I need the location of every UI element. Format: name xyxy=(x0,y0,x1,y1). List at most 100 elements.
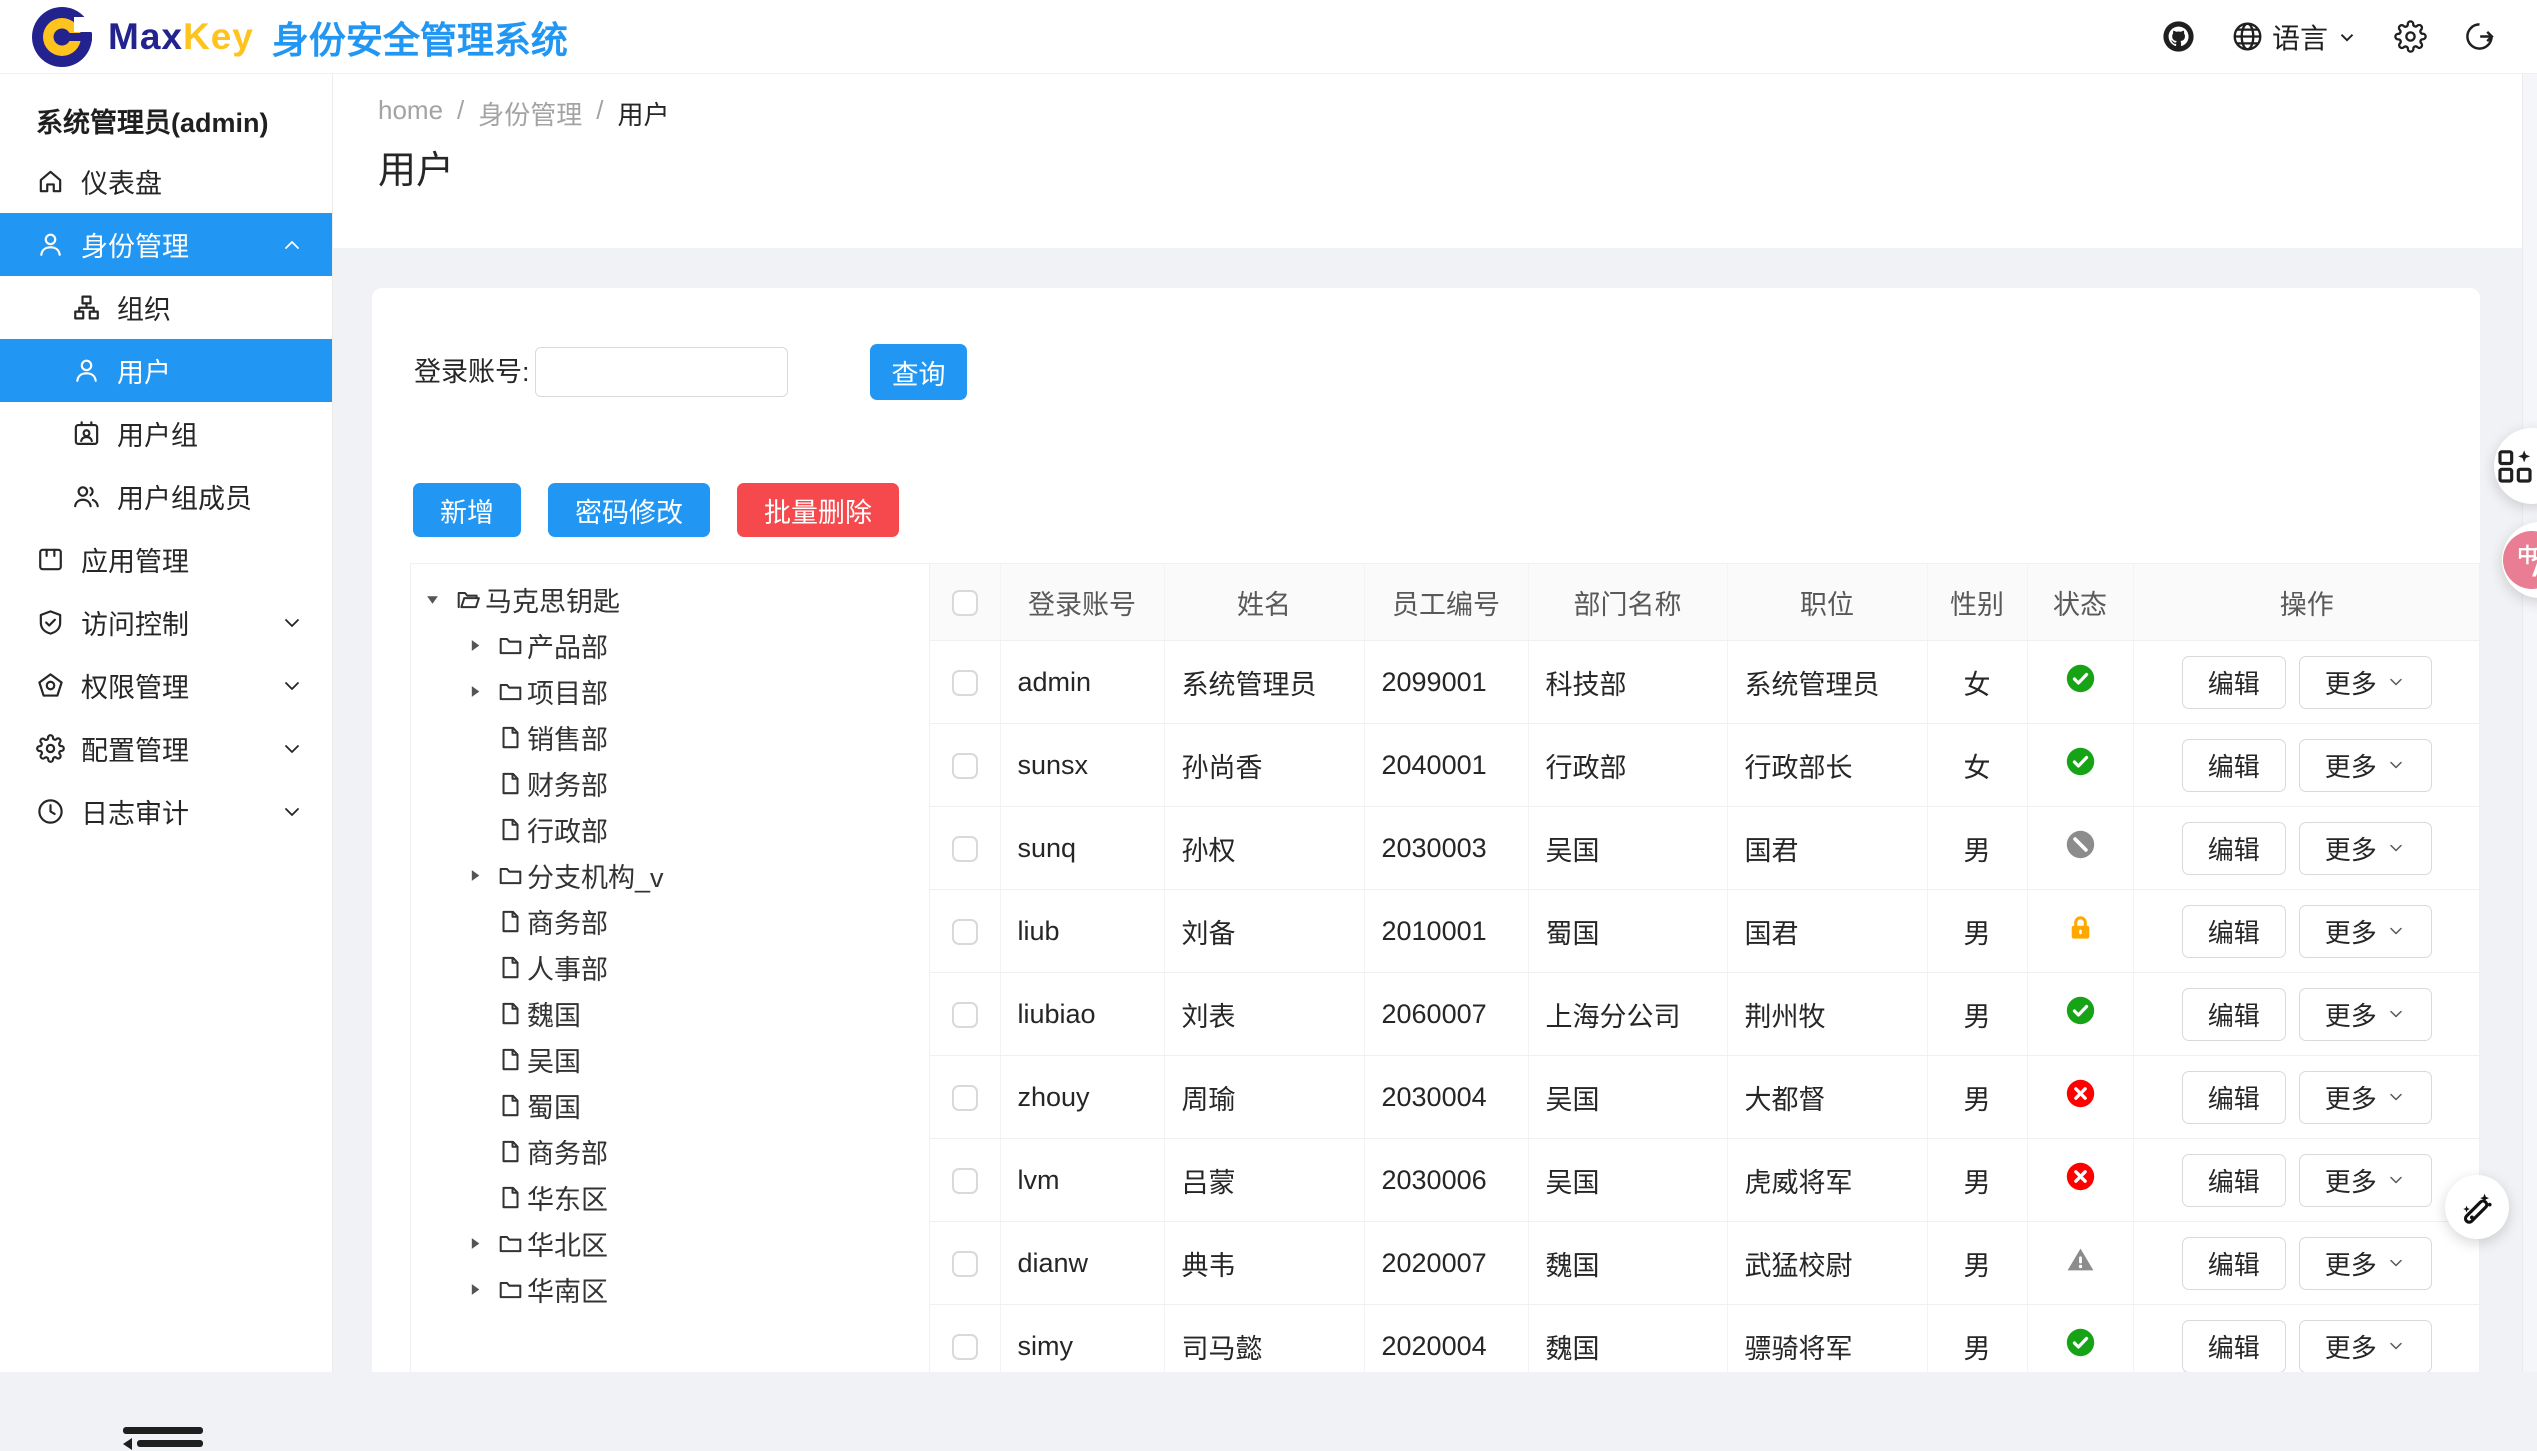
change-password-button[interactable]: 密码修改 xyxy=(548,483,710,537)
more-button[interactable]: 更多 xyxy=(2299,988,2432,1041)
tree-node[interactable]: 蜀国 xyxy=(411,1082,929,1128)
brand-max: Max xyxy=(108,16,183,57)
language-selector[interactable]: 语言 xyxy=(2231,17,2358,57)
row-checkbox[interactable] xyxy=(952,1085,978,1111)
tree-node[interactable]: 马克思钥匙 xyxy=(411,576,929,622)
table-row: lvm吕蒙2030006吴国虎威将军男 编辑 更多 xyxy=(930,1139,2479,1222)
tree-node[interactable]: 项目部 xyxy=(411,668,929,714)
file-icon xyxy=(497,1000,524,1027)
tree-node[interactable]: 产品部 xyxy=(411,622,929,668)
tree-node[interactable]: 华北区 xyxy=(411,1220,929,1266)
magic-wand-float-button[interactable] xyxy=(2445,1175,2509,1239)
sidebar-item-dashboard[interactable]: 仪表盘 xyxy=(0,150,332,213)
edit-button[interactable]: 编辑 xyxy=(2182,988,2286,1041)
edit-button[interactable]: 编辑 xyxy=(2182,1154,2286,1207)
more-button[interactable]: 更多 xyxy=(2299,822,2432,875)
cell-position: 武猛校尉 xyxy=(1727,1222,1927,1305)
query-button[interactable]: 查询 xyxy=(870,344,967,400)
edit-button[interactable]: 编辑 xyxy=(2182,1237,2286,1290)
more-button[interactable]: 更多 xyxy=(2299,905,2432,958)
search-card: 登录账号: 查询 xyxy=(372,288,2480,458)
sidebar-item-identity[interactable]: 身份管理 xyxy=(0,213,332,276)
github-icon[interactable] xyxy=(2162,20,2195,53)
sidebar-item-organization[interactable]: 组织 xyxy=(0,276,332,339)
add-button[interactable]: 新增 xyxy=(413,483,521,537)
login-account-input[interactable] xyxy=(535,347,788,397)
breadcrumb: home/身份管理/用户 xyxy=(378,95,670,132)
batch-delete-button[interactable]: 批量删除 xyxy=(737,483,899,537)
cell-employee-no: 2040001 xyxy=(1364,724,1528,807)
logout-icon[interactable] xyxy=(2463,20,2496,53)
cell-name: 刘表 xyxy=(1164,973,1364,1056)
sidebar-item-group-members[interactable]: 用户组成员 xyxy=(0,465,332,528)
tree-node[interactable]: 销售部 xyxy=(411,714,929,760)
table-row: zhouy周瑜2030004吴国大都督男 编辑 更多 xyxy=(930,1056,2479,1139)
sidebar-item-user-groups[interactable]: 用户组 xyxy=(0,402,332,465)
sidebar-item-audit[interactable]: 日志审计 xyxy=(0,780,332,843)
tree-node[interactable]: 商务部 xyxy=(411,1128,929,1174)
tree-node-label: 商务部 xyxy=(527,1132,608,1171)
more-button[interactable]: 更多 xyxy=(2299,1237,2432,1290)
cell-department: 魏国 xyxy=(1528,1222,1727,1305)
tree-node[interactable]: 行政部 xyxy=(411,806,929,852)
tree-node[interactable]: 华南区 xyxy=(411,1266,929,1312)
tree-caret[interactable] xyxy=(467,638,497,653)
row-checkbox[interactable] xyxy=(952,836,978,862)
edit-button[interactable]: 编辑 xyxy=(2182,1071,2286,1124)
edit-button[interactable]: 编辑 xyxy=(2182,822,2286,875)
edit-button[interactable]: 编辑 xyxy=(2182,739,2286,792)
tree-node[interactable]: 财务部 xyxy=(411,760,929,806)
more-button[interactable]: 更多 xyxy=(2299,1071,2432,1124)
row-select-cell xyxy=(930,1222,1000,1305)
sidebar-collapse-icon[interactable] xyxy=(123,1427,205,1451)
row-checkbox[interactable] xyxy=(952,1168,978,1194)
widgets-float-button[interactable] xyxy=(2494,428,2537,504)
sidebar-item-access[interactable]: 访问控制 xyxy=(0,591,332,654)
tree-caret[interactable] xyxy=(467,1236,497,1251)
cell-department: 蜀国 xyxy=(1528,890,1727,973)
column-header: 操作 xyxy=(2133,564,2479,641)
more-button[interactable]: 更多 xyxy=(2299,1320,2432,1373)
scrollbar-track[interactable] xyxy=(2522,73,2537,1372)
tree-caret[interactable] xyxy=(467,1282,497,1297)
more-button[interactable]: 更多 xyxy=(2299,1154,2432,1207)
row-checkbox[interactable] xyxy=(952,919,978,945)
sidebar-item-permissions[interactable]: 权限管理 xyxy=(0,654,332,717)
tree-caret[interactable] xyxy=(425,592,455,607)
row-checkbox[interactable] xyxy=(952,670,978,696)
brand[interactable]: MaxKey 身份安全管理系统 xyxy=(30,5,568,69)
cell-gender: 男 xyxy=(1927,1222,2027,1305)
edit-button[interactable]: 编辑 xyxy=(2182,905,2286,958)
tree-node[interactable]: 分支机构_v xyxy=(411,852,929,898)
tree-node[interactable]: 商务部 xyxy=(411,898,929,944)
tree-node[interactable]: 华东区 xyxy=(411,1174,929,1220)
tree-caret[interactable] xyxy=(467,868,497,883)
tree-node[interactable]: 吴国 xyxy=(411,1036,929,1082)
edit-button[interactable]: 编辑 xyxy=(2182,656,2286,709)
breadcrumb-item[interactable]: home xyxy=(378,95,443,132)
row-checkbox[interactable] xyxy=(952,753,978,779)
row-checkbox[interactable] xyxy=(952,1251,978,1277)
edit-button[interactable]: 编辑 xyxy=(2182,1320,2286,1373)
topbar: MaxKey 身份安全管理系统 语言 xyxy=(0,0,2537,74)
cell-department: 上海分公司 xyxy=(1528,973,1727,1056)
sidebar-item-apps[interactable]: 应用管理 xyxy=(0,528,332,591)
tree-caret[interactable] xyxy=(467,684,497,699)
select-all-checkbox[interactable] xyxy=(952,590,978,616)
tree-node[interactable]: 人事部 xyxy=(411,944,929,990)
tree-node[interactable]: 魏国 xyxy=(411,990,929,1036)
cell-position: 国君 xyxy=(1727,890,1927,973)
cell-employee-no: 2099001 xyxy=(1364,641,1528,724)
breadcrumb-item[interactable]: 身份管理 xyxy=(478,95,582,132)
translate-float-button[interactable]: 中 A xyxy=(2502,522,2537,598)
row-checkbox[interactable] xyxy=(952,1334,978,1360)
status-check-icon xyxy=(2065,995,2096,1026)
sidebar-item-users[interactable]: 用户 xyxy=(0,339,332,402)
row-checkbox[interactable] xyxy=(952,1002,978,1028)
sidebar-item-config[interactable]: 配置管理 xyxy=(0,717,332,780)
more-button[interactable]: 更多 xyxy=(2299,656,2432,709)
tree-node-label: 华东区 xyxy=(527,1178,608,1217)
more-button[interactable]: 更多 xyxy=(2299,739,2432,792)
settings-gear-icon[interactable] xyxy=(2394,20,2427,53)
cell-actions: 编辑 更多 xyxy=(2133,807,2479,890)
